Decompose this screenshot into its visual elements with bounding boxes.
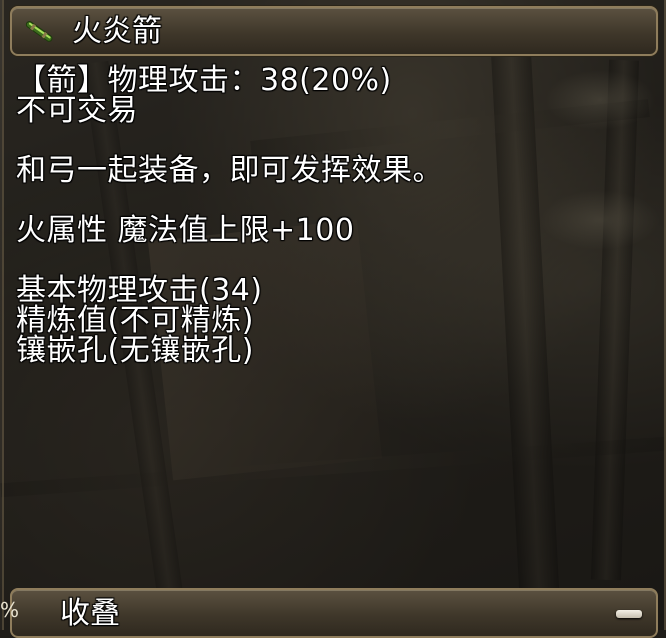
collapse-label: 收叠 xyxy=(60,596,120,631)
item-title-bar: 火炎箭 xyxy=(10,6,658,56)
collapse-button[interactable]: 收叠 xyxy=(10,588,658,638)
element-bonus-line: 火属性 魔法值上限+100 xyxy=(16,213,355,248)
refine-line: 精炼值(不可精炼) xyxy=(16,303,254,338)
edge-percent-glyph: % xyxy=(0,598,20,622)
trade-restriction-line: 不可交易 xyxy=(16,93,138,128)
green-arrow-icon xyxy=(22,17,58,47)
item-description: 【箭】物理攻击：38(20%) 不可交易 和弓一起装备，即可发挥效果。 火属性 … xyxy=(16,66,656,366)
item-tooltip: 火炎箭 【箭】物理攻击：38(20%) 不可交易 和弓一起装备，即可发挥效果。 … xyxy=(2,0,666,638)
attack-stat-line: 【箭】物理攻击：38(20%) xyxy=(16,63,392,98)
equip-hint-line: 和弓一起装备，即可发挥效果。 xyxy=(16,153,443,188)
socket-line: 镶嵌孔(无镶嵌孔) xyxy=(16,333,254,368)
base-attack-line: 基本物理攻击(34) xyxy=(16,273,263,308)
minus-icon[interactable] xyxy=(616,610,642,618)
item-name: 火炎箭 xyxy=(72,14,162,49)
